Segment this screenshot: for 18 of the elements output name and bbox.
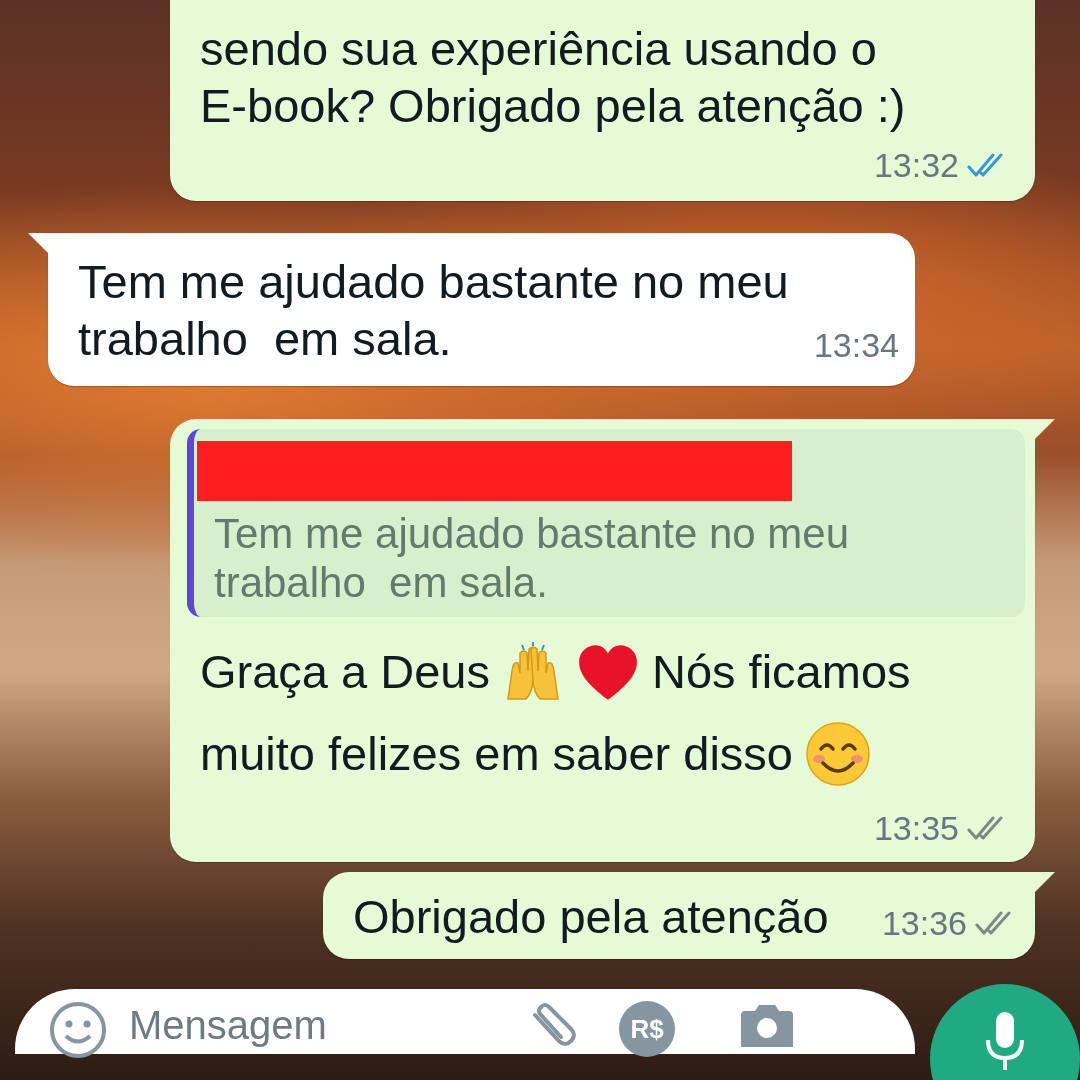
message-time: 13:35 <box>873 809 959 848</box>
message-time: 13:32 <box>873 146 959 185</box>
message-text: sendo sua experiência usando o E-book? Obrigado pela atenção :) <box>200 21 907 134</box>
emoji-button[interactable] <box>49 1001 107 1059</box>
message-text: Graça a Deus <box>200 644 490 700</box>
smiling-face-icon <box>804 721 871 787</box>
message-text: muito felizes em saber disso <box>200 726 793 782</box>
message-text: Nós ficamos <box>651 644 911 700</box>
quoted-message[interactable]: Tem me ajudado bastante no meu trabalho em sala. <box>187 429 1025 617</box>
payment-button[interactable]: R$ <box>619 1001 675 1057</box>
smiley-icon <box>49 1001 107 1059</box>
message-time: 13:34 <box>813 326 899 365</box>
message-text: Tem me ajudado bastante no meu trabalho em sala. <box>78 254 790 367</box>
message-time: 13:36 <box>881 904 967 943</box>
message-input[interactable]: Mensagem <box>129 1001 489 1049</box>
quoted-text: Tem me ajudado bastante no meu trabalho em sala. <box>214 509 851 607</box>
microphone-icon <box>985 1012 1025 1072</box>
message-text: Obrigado pela atenção <box>353 889 830 945</box>
